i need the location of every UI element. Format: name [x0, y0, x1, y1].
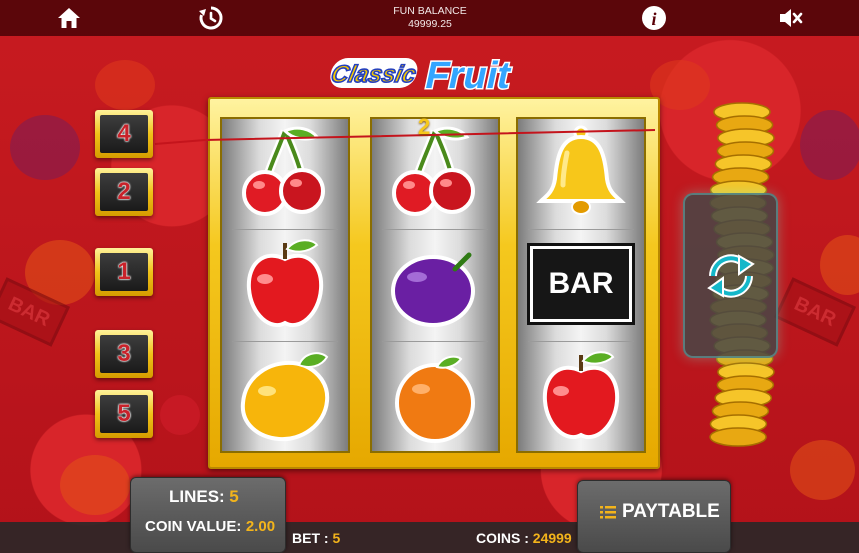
coins-label: COINS :	[476, 530, 529, 546]
history-icon[interactable]	[197, 4, 225, 32]
plum-symbol	[391, 252, 475, 327]
bet-value: 5	[332, 530, 341, 546]
line-button-2[interactable]: 2	[95, 168, 153, 216]
reel-3: BAR	[516, 117, 646, 453]
apple-symbol	[542, 351, 620, 439]
home-icon[interactable]	[55, 4, 83, 32]
lines-label: LINES:	[169, 487, 225, 506]
bg-orange	[790, 440, 855, 500]
line-button-3[interactable]: 3	[95, 330, 153, 378]
reel-frame: BAR	[208, 97, 660, 469]
lines-value: 5	[229, 487, 239, 506]
info-icon[interactable]: i	[640, 4, 668, 32]
svg-text:Classic: Classic	[329, 61, 419, 88]
line-button-4[interactable]: 4	[95, 110, 153, 158]
coin-value: 2.00	[245, 518, 276, 535]
spin-button[interactable]	[683, 193, 778, 358]
balance-value: 49999.25	[408, 18, 452, 30]
classic-fruit-logo: Classic Fruit	[328, 53, 517, 99]
bg-plum	[10, 115, 80, 180]
bg-orange	[820, 235, 859, 295]
list-icon	[600, 506, 616, 519]
fun-balance: FUN BALANCE 49999.25	[370, 5, 490, 31]
bg-apple	[95, 60, 155, 110]
svg-text:Fruit: Fruit	[422, 54, 516, 97]
coin	[709, 427, 767, 447]
lemon-symbol	[240, 352, 330, 442]
coins-display: COINS : 24999	[476, 530, 572, 546]
coin-value-label: COIN VALUE:	[145, 518, 242, 535]
bet-display: BET : 5	[292, 530, 340, 546]
bar-symbol: BAR	[527, 243, 635, 325]
bg-cherry	[160, 395, 200, 435]
bet-label: BET :	[292, 530, 329, 546]
balance-label: FUN BALANCE	[393, 5, 467, 17]
reel-2	[370, 117, 500, 453]
lines-panel[interactable]: LINES: 5 COIN VALUE: 2.00	[130, 477, 286, 553]
line-button-1[interactable]: 1	[95, 248, 153, 296]
svg-text:i: i	[651, 9, 656, 29]
reel-1	[220, 117, 350, 453]
bg-orange	[60, 455, 130, 515]
paytable-label: PAYTABLE	[622, 501, 720, 522]
paytable-button[interactable]: PAYTABLE	[577, 480, 731, 553]
payline	[154, 129, 656, 145]
bg-plum	[800, 110, 859, 180]
coins-value: 24999	[532, 530, 572, 546]
orange-symbol	[395, 355, 475, 443]
top-bar: FUN BALANCE 49999.25 i	[0, 0, 859, 36]
payline-number: 2	[418, 114, 431, 139]
spin-icon	[706, 253, 755, 298]
line-button-5[interactable]: 5	[95, 390, 153, 438]
mute-icon[interactable]	[777, 4, 805, 32]
apple-symbol	[246, 239, 324, 327]
